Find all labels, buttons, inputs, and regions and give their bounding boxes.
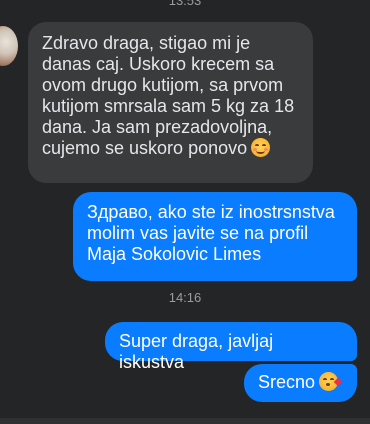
outgoing-message-text-2: Super draga, javljaj iskustva bbox=[119, 331, 274, 372]
outgoing-message-bubble-2[interactable]: Super draga, javljaj iskustva bbox=[105, 322, 357, 372]
contact-avatar[interactable] bbox=[0, 26, 18, 66]
outgoing-message-bubble-3[interactable]: Srecno bbox=[244, 364, 357, 402]
incoming-message-bubble[interactable]: Zdravo draga, stigao mi je danas caj. Us… bbox=[28, 22, 313, 183]
timestamp-top: 13:53 bbox=[168, 0, 202, 8]
smiling-face-emoji-icon bbox=[251, 138, 271, 157]
chat-screen: 13:53 Zdravo draga, stigao mi je danas c… bbox=[0, 0, 370, 424]
outgoing-message-bubble-1[interactable]: Здраво, ako ste iz inostrsnstva molim va… bbox=[73, 192, 357, 281]
outgoing-message-text-1: Здраво, ako ste iz inostrsnstva molim va… bbox=[87, 202, 335, 264]
timestamp-middle: 14:16 bbox=[168, 290, 202, 305]
outgoing-message-text-3: Srecno bbox=[258, 372, 316, 392]
kissing-face-emoji-icon bbox=[319, 372, 343, 391]
composer-bar-edge bbox=[0, 418, 370, 424]
